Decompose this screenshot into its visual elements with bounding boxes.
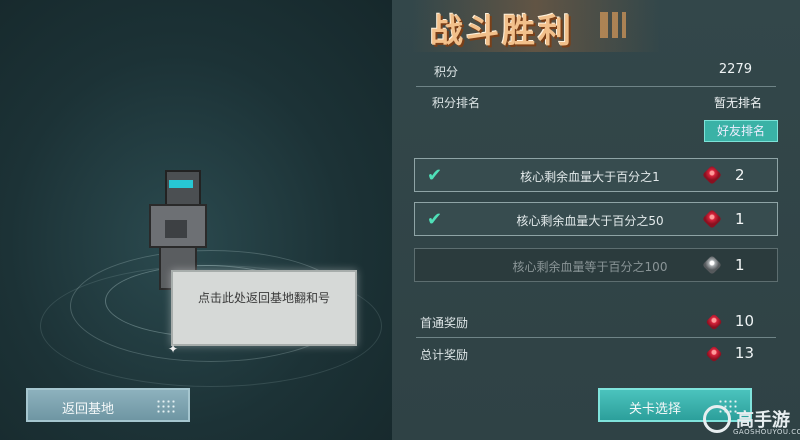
divider	[416, 86, 776, 87]
first-reward-label: 首通奖励	[420, 316, 469, 330]
hero-visor	[169, 180, 193, 188]
battle-scene: 点击此处返回基地翻和号 ✦	[0, 0, 392, 440]
task-label: 核心剩余血量等于百分之100	[512, 260, 668, 274]
hero-helmet	[165, 170, 201, 206]
title-decoration	[600, 12, 650, 38]
watermark-logo-icon	[703, 405, 731, 433]
task-label: 核心剩余血量大于百分之1	[520, 170, 660, 184]
dots-grid-icon	[156, 399, 176, 413]
first-reward-value: 10	[734, 312, 754, 330]
task-reward: 2	[735, 166, 745, 184]
pointer-cursor-icon: ✦	[168, 342, 179, 356]
task-label: 核心剩余血量大于百分之50	[516, 214, 664, 228]
task-row-2: ✔ 核心剩余血量大于百分之50 1	[414, 202, 778, 236]
rank-value: 暂无排名	[713, 96, 762, 110]
divider	[416, 337, 776, 338]
score-value: 2279	[718, 62, 752, 77]
tooltip-text: 点击此处返回基地翻和号	[197, 291, 330, 305]
hero-chest-plate	[165, 220, 187, 238]
red-gem-icon	[702, 165, 722, 185]
total-reward-label: 总计奖励	[420, 348, 469, 362]
rank-label: 积分排名	[432, 96, 481, 110]
score-label: 积分	[434, 65, 459, 79]
grey-gem-icon	[702, 255, 722, 275]
task-row-3: 核心剩余血量等于百分之100 1	[414, 248, 778, 282]
check-icon: ✔	[427, 165, 443, 186]
task-reward: 1	[735, 256, 745, 274]
victory-title: 战斗胜利	[430, 11, 574, 50]
friend-rank-button[interactable]: 好友排名	[704, 120, 778, 142]
total-reward-value: 13	[734, 344, 754, 362]
red-gem-icon	[702, 209, 722, 229]
level-select-label: 关卡选择	[628, 401, 681, 416]
back-to-base-label: 返回基地	[61, 401, 114, 416]
watermark-subtext: GAOSHOUYOU.COM	[733, 428, 800, 436]
return-tooltip[interactable]: 点击此处返回基地翻和号	[171, 270, 357, 346]
task-reward: 1	[735, 210, 745, 228]
check-icon: ✔	[427, 209, 443, 230]
back-to-base-button[interactable]: 返回基地	[26, 388, 190, 422]
task-row-1: ✔ 核心剩余血量大于百分之1 2	[414, 158, 778, 192]
